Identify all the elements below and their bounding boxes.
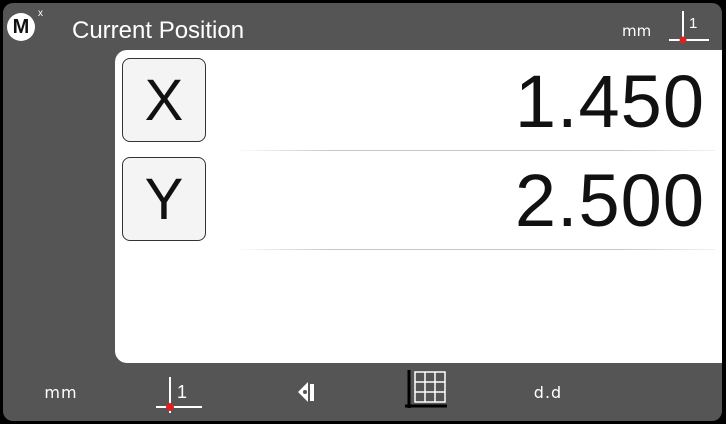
bottom-toolbar: mm 1 d.d [3,363,722,421]
unit-button[interactable]: mm [21,363,101,421]
grid-button[interactable] [396,363,456,421]
axis-y-label: Y [144,166,184,232]
screen: M x Current Position mm 1 X 1.450 Y 2.50… [3,3,722,421]
axis-x-value: 1.450 [514,60,705,143]
edge-finder-icon [298,382,314,402]
logo-icon[interactable]: M [7,13,35,41]
grid-pattern-icon [405,370,447,408]
resolution-label: d.d [533,382,563,402]
edge-find-button[interactable] [273,363,333,421]
axis-row-x: X 1.450 [115,50,722,151]
axis-x-label: X [144,67,184,133]
axis-y-button[interactable]: Y [122,157,206,241]
datum-number: 1 [177,382,187,402]
header-bar: M x Current Position mm 1 [3,3,722,53]
datum-icon[interactable]: 1 [667,9,711,49]
axis-x-button[interactable]: X [122,58,206,142]
logo-superscript: x [38,8,43,19]
divider [233,249,715,250]
datum-button[interactable]: 1 [148,363,208,421]
logo-text: M [12,15,30,38]
unit-button-label: mm [44,382,78,402]
resolution-button[interactable]: d.d [508,363,588,421]
position-panel: X 1.450 Y 2.500 [115,50,722,363]
datum-icon: 1 [156,377,202,413]
axis-y-value: 2.500 [514,159,705,242]
header-unit-label: mm [622,22,652,40]
datum-number: 1 [689,15,697,32]
page-title: Current Position [72,17,245,44]
axis-row-y: Y 2.500 [115,149,722,250]
